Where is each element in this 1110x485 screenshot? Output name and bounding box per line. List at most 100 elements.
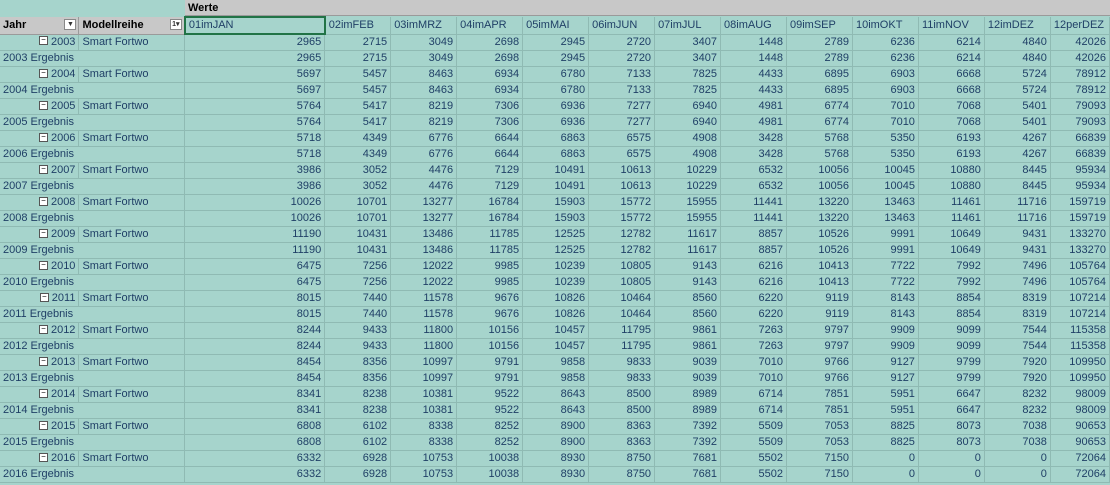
value-cell[interactable]: 7851 <box>786 386 853 403</box>
value-cell[interactable]: 6936 <box>522 114 590 131</box>
value-cell[interactable]: 4433 <box>720 82 787 99</box>
value-cell[interactable]: 5697 <box>184 82 326 99</box>
value-cell[interactable]: 6895 <box>786 66 853 83</box>
value-cell[interactable]: 15955 <box>654 194 722 211</box>
value-cell[interactable]: 7256 <box>324 258 392 275</box>
value-cell[interactable]: 66839 <box>1050 130 1110 147</box>
value-cell[interactable]: 9985 <box>456 274 524 291</box>
value-cell[interactable]: 10753 <box>390 466 458 483</box>
value-cell[interactable]: 72064 <box>1050 466 1110 483</box>
value-cell[interactable]: 5417 <box>324 114 392 131</box>
value-cell[interactable]: 9676 <box>456 290 524 307</box>
value-cell[interactable]: 9119 <box>786 290 853 307</box>
value-cell[interactable]: 11578 <box>390 290 458 307</box>
value-cell[interactable]: 2720 <box>588 50 656 67</box>
value-cell[interactable]: 3407 <box>654 34 722 51</box>
value-cell[interactable]: 7053 <box>786 418 853 435</box>
value-cell[interactable]: 8232 <box>984 386 1051 403</box>
value-cell[interactable]: 7129 <box>456 178 524 195</box>
value-cell[interactable]: 12525 <box>522 242 590 259</box>
month-header-11[interactable]: 12imDEZ <box>984 17 1051 35</box>
value-cell[interactable]: 11795 <box>588 338 656 355</box>
ergebnis-label[interactable]: 2014 Ergebnis <box>0 402 186 419</box>
value-cell[interactable]: 11800 <box>390 322 458 339</box>
value-cell[interactable]: 10753 <box>390 450 458 467</box>
value-cell[interactable]: 10805 <box>588 274 656 291</box>
value-cell[interactable]: 8252 <box>456 434 524 451</box>
value-cell[interactable]: 5724 <box>984 66 1051 83</box>
value-cell[interactable]: 7150 <box>786 466 853 483</box>
value-cell[interactable]: 8356 <box>324 370 392 387</box>
value-cell[interactable]: 13486 <box>390 226 458 243</box>
value-cell[interactable]: 5417 <box>324 98 392 115</box>
value-cell[interactable]: 7038 <box>984 434 1051 451</box>
value-cell[interactable]: 9861 <box>654 338 722 355</box>
value-cell[interactable]: 13220 <box>786 210 853 227</box>
value-cell[interactable]: 7263 <box>720 322 787 339</box>
value-cell[interactable]: 5768 <box>786 130 853 147</box>
value-cell[interactable]: 0 <box>852 466 919 483</box>
value-cell[interactable]: 6236 <box>852 50 919 67</box>
value-cell[interactable]: 3049 <box>390 34 458 51</box>
value-cell[interactable]: 10526 <box>786 226 853 243</box>
value-cell[interactable]: 9791 <box>456 370 524 387</box>
value-cell[interactable]: 1448 <box>720 34 787 51</box>
value-cell[interactable]: 7010 <box>720 354 787 371</box>
value-cell[interactable]: 8454 <box>184 354 326 371</box>
minus-box-icon[interactable]: − <box>38 324 48 334</box>
value-cell[interactable]: 95934 <box>1050 178 1110 195</box>
value-cell[interactable]: 6193 <box>918 146 985 163</box>
value-cell[interactable]: 6940 <box>654 98 722 115</box>
value-cell[interactable]: 10491 <box>522 178 590 195</box>
year-cell[interactable]: −2008 <box>0 194 80 211</box>
value-cell[interactable]: 9099 <box>918 338 985 355</box>
value-cell[interactable]: 3049 <box>390 50 458 67</box>
value-cell[interactable]: 0 <box>984 450 1051 467</box>
value-cell[interactable]: 72064 <box>1050 450 1110 467</box>
value-cell[interactable]: 5764 <box>184 98 326 115</box>
value-cell[interactable]: 5697 <box>184 66 326 83</box>
value-cell[interactable]: 10038 <box>456 450 524 467</box>
value-cell[interactable]: 7992 <box>918 274 985 291</box>
value-cell[interactable]: 105764 <box>1050 274 1110 291</box>
month-header-10[interactable]: 11imNOV <box>918 17 985 35</box>
minus-box-icon[interactable]: − <box>38 228 48 238</box>
value-cell[interactable]: 90653 <box>1050 418 1110 435</box>
value-cell[interactable]: 6808 <box>184 434 326 451</box>
value-cell[interactable]: 9676 <box>456 306 524 323</box>
value-cell[interactable]: 9991 <box>852 242 919 259</box>
month-header-8[interactable]: 09imSEP <box>786 17 853 35</box>
value-cell[interactable]: 8643 <box>522 386 590 403</box>
value-cell[interactable]: 10997 <box>390 354 458 371</box>
value-cell[interactable]: 8073 <box>918 434 985 451</box>
value-cell[interactable]: 5509 <box>720 434 787 451</box>
value-cell[interactable]: 7544 <box>984 338 1051 355</box>
value-cell[interactable]: 10701 <box>324 194 392 211</box>
value-cell[interactable]: 5509 <box>720 418 787 435</box>
value-cell[interactable]: 11785 <box>456 242 524 259</box>
value-cell[interactable]: 9431 <box>984 226 1051 243</box>
value-cell[interactable]: 10613 <box>588 162 656 179</box>
value-cell[interactable]: 6780 <box>522 82 590 99</box>
value-cell[interactable]: 12022 <box>390 274 458 291</box>
value-cell[interactable]: 9143 <box>654 258 722 275</box>
value-cell[interactable]: 13463 <box>852 210 919 227</box>
minus-box-icon[interactable]: − <box>38 452 48 462</box>
value-cell[interactable]: 7392 <box>654 418 722 435</box>
value-cell[interactable]: 6668 <box>918 66 985 83</box>
value-cell[interactable]: 9833 <box>588 370 656 387</box>
value-cell[interactable]: 3428 <box>720 130 787 147</box>
value-cell[interactable]: 7920 <box>984 354 1051 371</box>
value-cell[interactable]: 10805 <box>588 258 656 275</box>
value-cell[interactable]: 7825 <box>654 66 722 83</box>
value-cell[interactable]: 10526 <box>786 242 853 259</box>
value-cell[interactable]: 6575 <box>588 130 656 147</box>
value-cell[interactable]: 133270 <box>1050 242 1110 259</box>
year-cell[interactable]: −2016 <box>0 450 80 467</box>
value-cell[interactable]: 6776 <box>390 146 458 163</box>
value-cell[interactable]: 11578 <box>390 306 458 323</box>
value-cell[interactable]: 78912 <box>1050 66 1110 83</box>
value-cell[interactable]: 6780 <box>522 66 590 83</box>
filter-dropdown-icon[interactable]: 1▾ <box>169 19 182 30</box>
value-cell[interactable]: 11441 <box>720 210 787 227</box>
